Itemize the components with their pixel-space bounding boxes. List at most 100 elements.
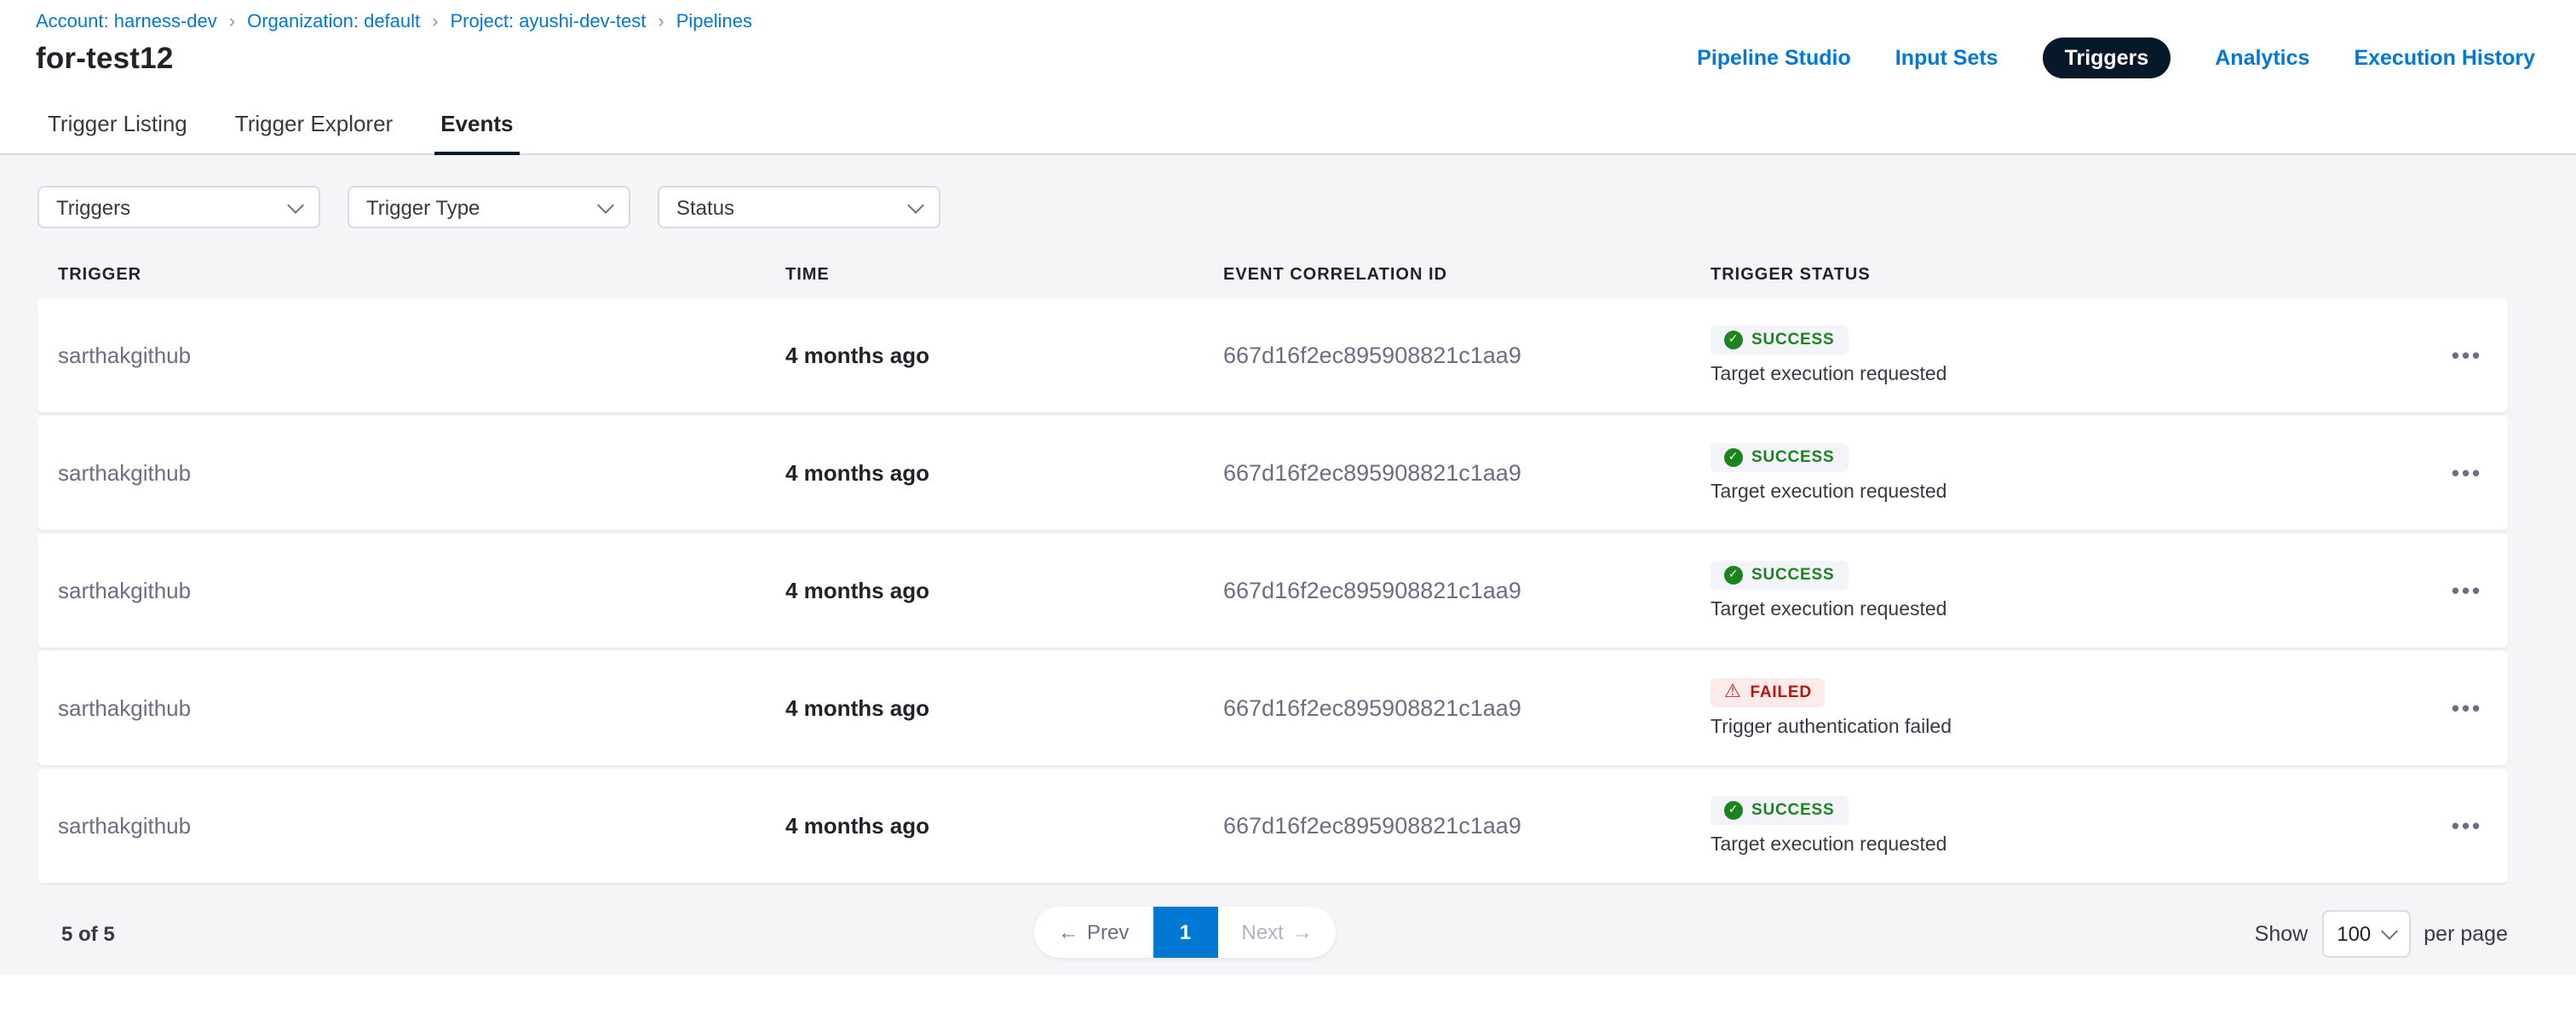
check-circle-icon: ✓ xyxy=(1724,448,1743,467)
check-circle-icon: ✓ xyxy=(1724,801,1743,820)
breadcrumb: Account: harness-dev › Organization: def… xyxy=(36,12,2535,32)
event-correlation-id: 667d16f2ec895908821c1aa9 xyxy=(1223,460,1711,486)
events-content: Triggers Trigger Type Status TRIGGER TIM… xyxy=(0,155,2576,975)
column-header-time: TIME xyxy=(785,266,1223,285)
status-detail: Target execution requested xyxy=(1711,600,1946,620)
table-row: sarthakgithub 4 months ago 667d16f2ec895… xyxy=(37,298,2508,412)
breadcrumb-link-account[interactable]: Account: harness-dev xyxy=(36,12,217,32)
row-menu-button[interactable]: ••• xyxy=(2426,575,2508,606)
chevron-down-icon xyxy=(907,196,924,213)
status-label: SUCCESS xyxy=(1751,448,1834,467)
event-correlation-id: 667d16f2ec895908821c1aa9 xyxy=(1223,578,1711,603)
status-badge: ✓ SUCCESS xyxy=(1711,796,1848,825)
trigger-name: sarthakgithub xyxy=(58,695,785,721)
more-options-icon: ••• xyxy=(2452,342,2482,367)
page-button-1[interactable]: 1 xyxy=(1153,907,1217,958)
status-label: SUCCESS xyxy=(1751,331,1834,349)
table-body: sarthakgithub 4 months ago 667d16f2ec895… xyxy=(37,298,2508,883)
status-label: FAILED xyxy=(1751,683,1812,702)
status-detail: Target execution requested xyxy=(1711,365,1946,385)
status-badge: ✓ SUCCESS xyxy=(1711,443,1848,472)
column-header-trigger: TRIGGER xyxy=(58,266,785,285)
chevron-down-icon xyxy=(2380,923,2397,940)
bottom-strip xyxy=(0,975,2576,1026)
row-menu-button[interactable]: ••• xyxy=(2426,810,2508,841)
status-badge: ✓ SUCCESS xyxy=(1711,326,1848,354)
chevron-down-icon xyxy=(287,196,304,213)
status-detail: Target execution requested xyxy=(1711,835,1946,856)
arrow-left-icon: ← xyxy=(1058,920,1078,944)
status-badge: ⚠ FAILED xyxy=(1711,678,1826,707)
check-circle-icon: ✓ xyxy=(1724,331,1743,349)
status-filter-select[interactable]: Status xyxy=(658,186,940,228)
event-time: 4 months ago xyxy=(785,813,1223,839)
page-title: for-test12 xyxy=(36,40,174,76)
tab-trigger-listing[interactable]: Trigger Listing xyxy=(41,95,194,155)
triggers-events-page: Account: harness-dev › Organization: def… xyxy=(0,0,2576,999)
nav-execution-history[interactable]: Execution History xyxy=(2354,46,2535,70)
more-options-icon: ••• xyxy=(2452,459,2482,485)
triggers-filter-select[interactable]: Triggers xyxy=(37,186,320,228)
filters-row: Triggers Trigger Type Status xyxy=(0,155,2576,228)
breadcrumb-link-organization[interactable]: Organization: default xyxy=(247,12,420,32)
nav-input-sets[interactable]: Input Sets xyxy=(1895,46,1998,70)
event-correlation-id: 667d16f2ec895908821c1aa9 xyxy=(1223,813,1711,839)
table-row: sarthakgithub 4 months ago 667d16f2ec895… xyxy=(37,416,2508,530)
table-row: sarthakgithub 4 months ago 667d16f2ec895… xyxy=(37,651,2508,765)
per-page-label: per page xyxy=(2424,922,2508,946)
trigger-name: sarthakgithub xyxy=(58,578,785,603)
prev-page-button[interactable]: ← Prev xyxy=(1034,907,1153,958)
page-size-value: 100 xyxy=(2337,922,2371,946)
row-menu-button[interactable]: ••• xyxy=(2426,458,2508,488)
more-options-icon: ••• xyxy=(2452,812,2482,838)
event-correlation-id: 667d16f2ec895908821c1aa9 xyxy=(1223,343,1711,368)
next-page-button[interactable]: Next → xyxy=(1217,907,1336,958)
status-badge: ✓ SUCCESS xyxy=(1711,561,1848,590)
column-header-event-correlation-id: EVENT CORRELATION ID xyxy=(1223,266,1711,285)
page-header: Account: harness-dev › Organization: def… xyxy=(0,0,2576,78)
tab-events[interactable]: Events xyxy=(434,95,520,155)
pipeline-nav: Pipeline Studio Input Sets Triggers Anal… xyxy=(1697,37,2535,78)
nav-pipeline-studio[interactable]: Pipeline Studio xyxy=(1697,46,1851,70)
status-filter-label: Status xyxy=(676,195,734,219)
event-time: 4 months ago xyxy=(785,695,1223,721)
chevron-down-icon xyxy=(597,196,614,213)
trigger-type-filter-select[interactable]: Trigger Type xyxy=(348,186,630,228)
trigger-type-filter-label: Trigger Type xyxy=(366,195,480,219)
chevron-right-icon: › xyxy=(658,12,664,32)
show-label: Show xyxy=(2255,922,2309,946)
row-menu-button[interactable]: ••• xyxy=(2426,340,2508,371)
pager: ← Prev 1 Next → xyxy=(1034,907,1337,958)
status-detail: Target execution requested xyxy=(1711,482,1946,503)
trigger-name: sarthakgithub xyxy=(58,460,785,486)
status-label: SUCCESS xyxy=(1751,566,1834,585)
event-time: 4 months ago xyxy=(785,578,1223,603)
trigger-status-cell: ✓ SUCCESS Target execution requested xyxy=(1711,561,2426,620)
more-options-icon: ••• xyxy=(2452,695,2482,720)
page-size-controls: Show 100 per page xyxy=(2255,910,2508,958)
breadcrumb-link-pipelines[interactable]: Pipelines xyxy=(676,12,752,32)
page-size-select[interactable]: 100 xyxy=(2321,910,2410,958)
nav-triggers[interactable]: Triggers xyxy=(2043,37,2171,78)
row-menu-button[interactable]: ••• xyxy=(2426,693,2508,723)
status-detail: Trigger authentication failed xyxy=(1711,718,1952,738)
trigger-name: sarthakgithub xyxy=(58,343,785,368)
tab-bar: Trigger Listing Trigger Explorer Events xyxy=(0,95,2576,155)
column-header-trigger-status: TRIGGER STATUS xyxy=(1711,266,2426,285)
more-options-icon: ••• xyxy=(2452,577,2482,602)
pagination-summary: 5 of 5 xyxy=(61,922,115,946)
chevron-right-icon: › xyxy=(229,12,235,32)
trigger-status-cell: ✓ SUCCESS Target execution requested xyxy=(1711,796,2426,856)
pagination-bar: 5 of 5 ← Prev 1 Next → Show 100 per page xyxy=(37,907,2508,961)
nav-analytics[interactable]: Analytics xyxy=(2215,46,2309,70)
breadcrumb-link-project[interactable]: Project: ayushi-dev-test xyxy=(451,12,647,32)
prev-label: Prev xyxy=(1087,920,1129,944)
table-row: sarthakgithub 4 months ago 667d16f2ec895… xyxy=(37,769,2508,883)
trigger-status-cell: ⚠ FAILED Trigger authentication failed xyxy=(1711,678,2426,738)
event-time: 4 months ago xyxy=(785,460,1223,486)
event-time: 4 months ago xyxy=(785,343,1223,368)
trigger-name: sarthakgithub xyxy=(58,813,785,839)
tab-trigger-explorer[interactable]: Trigger Explorer xyxy=(228,95,400,155)
trigger-status-cell: ✓ SUCCESS Target execution requested xyxy=(1711,326,2426,385)
table-row: sarthakgithub 4 months ago 667d16f2ec895… xyxy=(37,533,2508,648)
